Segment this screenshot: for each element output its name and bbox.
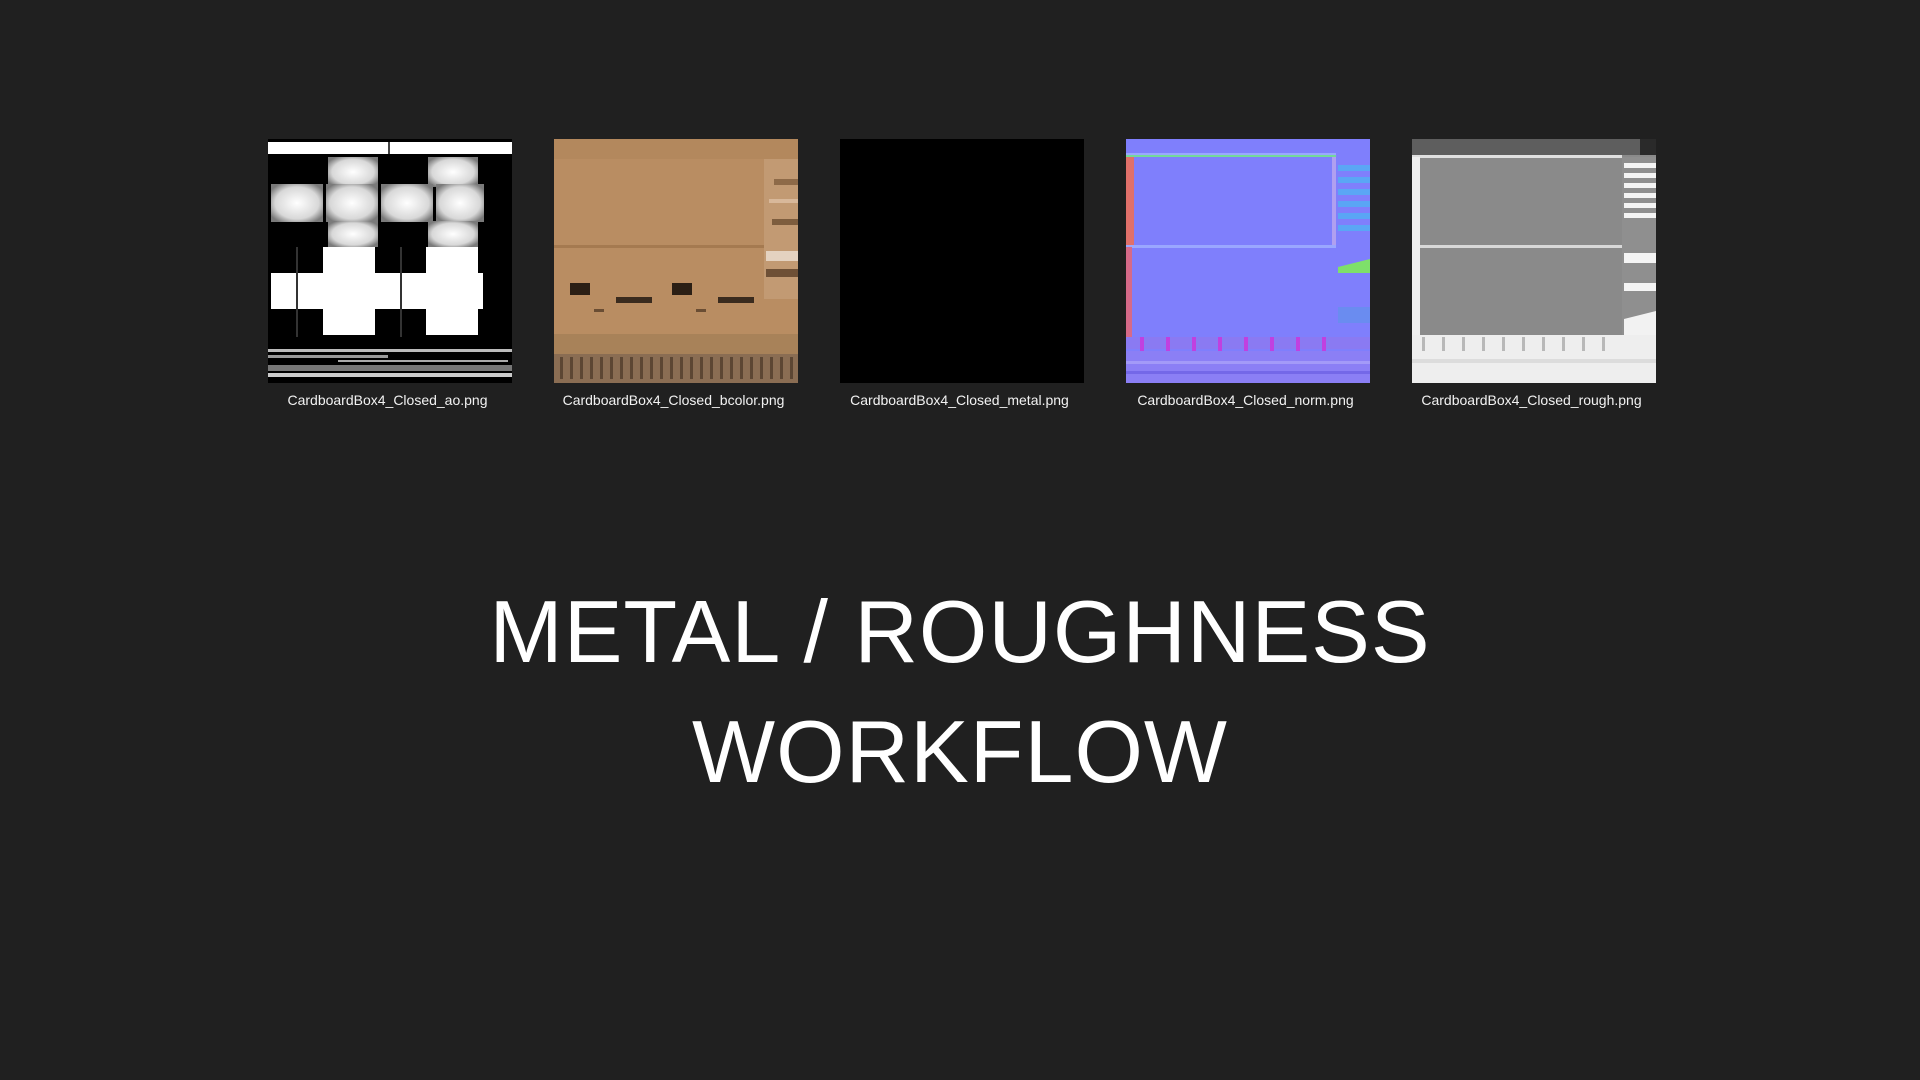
- normal-map-thumbnail: [1126, 139, 1370, 383]
- file-item-ao[interactable]: CardboardBox4_Closed_ao.png: [245, 139, 530, 419]
- workflow-title: METAL / ROUGHNESS WORKFLOW: [0, 572, 1920, 812]
- metalness-thumbnail: [840, 139, 1084, 383]
- file-name-label: CardboardBox4_Closed_metal.png: [850, 392, 1069, 408]
- title-line-2: WORKFLOW: [692, 702, 1228, 801]
- base-color-thumbnail: [554, 139, 798, 383]
- file-item-rough[interactable]: CardboardBox4_Closed_rough.png: [1389, 139, 1674, 419]
- ao-thumbnail: [268, 139, 512, 383]
- file-name-label: CardboardBox4_Closed_ao.png: [287, 392, 488, 408]
- roughness-thumbnail: [1412, 139, 1656, 383]
- file-grid: CardboardBox4_Closed_ao.png CardboardBox…: [0, 139, 1920, 419]
- file-name-label: CardboardBox4_Closed_bcolor.png: [562, 392, 785, 408]
- title-line-1: METAL / ROUGHNESS: [489, 582, 1431, 681]
- file-name-label: CardboardBox4_Closed_rough.png: [1421, 392, 1642, 408]
- file-name-label: CardboardBox4_Closed_norm.png: [1137, 392, 1354, 408]
- file-item-bcolor[interactable]: CardboardBox4_Closed_bcolor.png: [531, 139, 816, 419]
- file-item-norm[interactable]: CardboardBox4_Closed_norm.png: [1103, 139, 1388, 419]
- file-item-metal[interactable]: CardboardBox4_Closed_metal.png: [817, 139, 1102, 419]
